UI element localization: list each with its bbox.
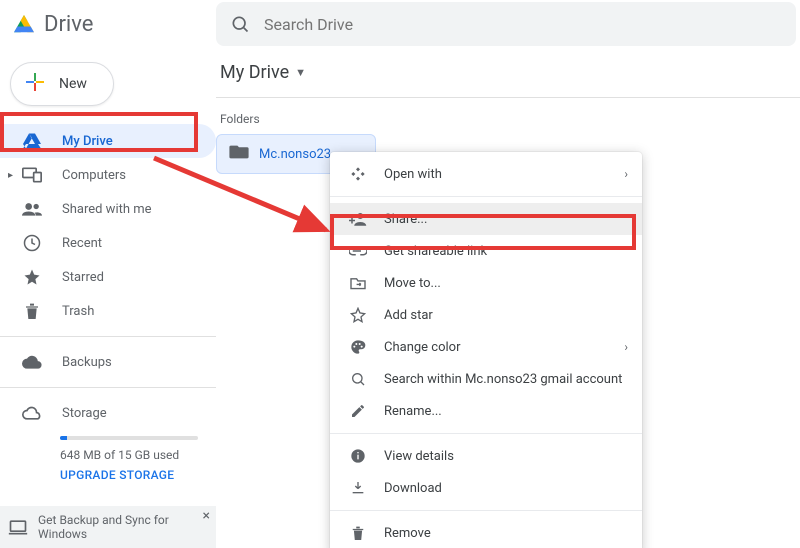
app-root: Drive New My Drive — [0, 0, 800, 548]
chevron-down-icon: ▼ — [295, 66, 306, 79]
chevron-right-icon: › — [624, 167, 628, 181]
laptop-icon — [8, 519, 28, 535]
search-bar[interactable] — [216, 2, 796, 46]
trash-icon — [348, 525, 368, 541]
edit-icon — [348, 403, 368, 419]
chevron-right-icon: › — [624, 340, 628, 354]
menu-label: Search within Mc.nonso23 gmail account — [384, 372, 622, 387]
menu-label: Share... — [384, 212, 427, 227]
menu-separator — [330, 433, 642, 434]
sidebar-item-computers[interactable]: ▸ Computers — [0, 158, 216, 192]
new-button[interactable]: New — [10, 62, 114, 106]
sidebar-item-trash[interactable]: Trash — [0, 294, 216, 328]
info-icon — [348, 448, 368, 464]
sidebar-item-label: Storage — [62, 406, 107, 421]
storage-used-text: 648 MB of 15 GB used — [60, 448, 198, 462]
menu-view-details[interactable]: View details — [330, 440, 642, 472]
menu-change-color[interactable]: Change color › — [330, 331, 642, 363]
clock-icon — [22, 234, 42, 252]
sidebar-item-label: Computers — [62, 168, 126, 183]
star-outline-icon — [348, 307, 368, 323]
menu-download[interactable]: Download — [330, 472, 642, 504]
breadcrumb-label: My Drive — [220, 62, 289, 83]
menu-rename[interactable]: Rename... — [330, 395, 642, 427]
devices-icon — [22, 167, 42, 183]
promo-banner[interactable]: Get Backup and Sync for Windows × — [0, 506, 216, 548]
menu-label: Download — [384, 481, 442, 496]
download-icon — [348, 480, 368, 496]
close-icon[interactable]: × — [203, 508, 210, 524]
people-icon — [22, 202, 42, 216]
new-button-label: New — [59, 76, 87, 92]
cloud-outline-icon — [22, 406, 42, 420]
menu-label: Rename... — [384, 404, 442, 419]
sidebar-item-my-drive[interactable]: My Drive — [0, 124, 216, 158]
header: Drive — [0, 0, 800, 48]
storage-progress — [60, 436, 198, 440]
folder-move-icon — [348, 276, 368, 290]
menu-search-within[interactable]: Search within Mc.nonso23 gmail account — [330, 363, 642, 395]
menu-label: Remove — [384, 526, 431, 541]
sidebar-item-backups[interactable]: Backups — [0, 345, 216, 379]
person-add-icon — [348, 212, 368, 226]
divider — [0, 336, 216, 337]
sidebar-item-label: Starred — [62, 270, 104, 285]
drive-logo-icon — [14, 12, 34, 36]
palette-icon — [348, 339, 368, 355]
divider — [0, 387, 216, 388]
menu-label: Add star — [384, 308, 433, 323]
menu-add-star[interactable]: Add star — [330, 299, 642, 331]
search-icon — [230, 14, 250, 34]
context-menu: Open with › Share... Get shareable link — [330, 152, 642, 548]
sidebar-item-starred[interactable]: Starred — [0, 260, 216, 294]
main-content: My Drive ▼ Folders Mc.nonso23... Open wi… — [216, 48, 800, 548]
menu-label: Get shareable link — [384, 244, 487, 259]
sidebar-nav: My Drive ▸ Computers Shared with me — [0, 124, 216, 482]
upgrade-storage-link[interactable]: UPGRADE STORAGE — [60, 468, 198, 482]
sidebar-item-label: Shared with me — [62, 202, 152, 217]
trash-icon — [22, 302, 42, 320]
menu-label: Move to... — [384, 276, 441, 291]
breadcrumb[interactable]: My Drive ▼ — [216, 62, 800, 83]
star-icon — [22, 268, 42, 286]
storage-block: 648 MB of 15 GB used UPGRADE STORAGE — [0, 436, 216, 482]
menu-move-to[interactable]: Move to... — [330, 267, 642, 299]
cloud-solid-icon — [22, 355, 42, 369]
brand[interactable]: Drive — [0, 12, 216, 37]
sidebar-item-label: Recent — [62, 236, 102, 251]
sidebar-item-label: Trash — [62, 304, 94, 319]
open-with-icon — [348, 166, 368, 182]
menu-remove[interactable]: Remove — [330, 517, 642, 548]
link-icon — [348, 246, 368, 256]
sidebar: New My Drive ▸ Computers — [0, 48, 216, 548]
menu-label: View details — [384, 449, 454, 464]
sidebar-item-label: My Drive — [62, 134, 113, 149]
menu-label: Open with — [384, 167, 442, 182]
search-input[interactable] — [264, 15, 782, 34]
plus-icon — [23, 70, 47, 98]
folder-icon — [229, 144, 249, 164]
caret-icon: ▸ — [8, 170, 13, 181]
sidebar-item-recent[interactable]: Recent — [0, 226, 216, 260]
drive-small-icon — [22, 133, 42, 149]
sidebar-item-label: Backups — [62, 355, 112, 370]
body: New My Drive ▸ Computers — [0, 48, 800, 548]
menu-separator — [330, 510, 642, 511]
menu-get-link[interactable]: Get shareable link — [330, 235, 642, 267]
menu-share[interactable]: Share... — [330, 203, 642, 235]
menu-label: Change color — [384, 340, 461, 355]
brand-title: Drive — [44, 12, 93, 37]
promo-text: Get Backup and Sync for Windows — [38, 513, 208, 542]
section-label-folders: Folders — [220, 112, 800, 126]
search-icon — [348, 371, 368, 387]
divider — [216, 97, 800, 98]
sidebar-item-shared[interactable]: Shared with me — [0, 192, 216, 226]
menu-open-with[interactable]: Open with › — [330, 158, 642, 190]
menu-separator — [330, 196, 642, 197]
sidebar-item-storage[interactable]: Storage — [0, 396, 216, 430]
